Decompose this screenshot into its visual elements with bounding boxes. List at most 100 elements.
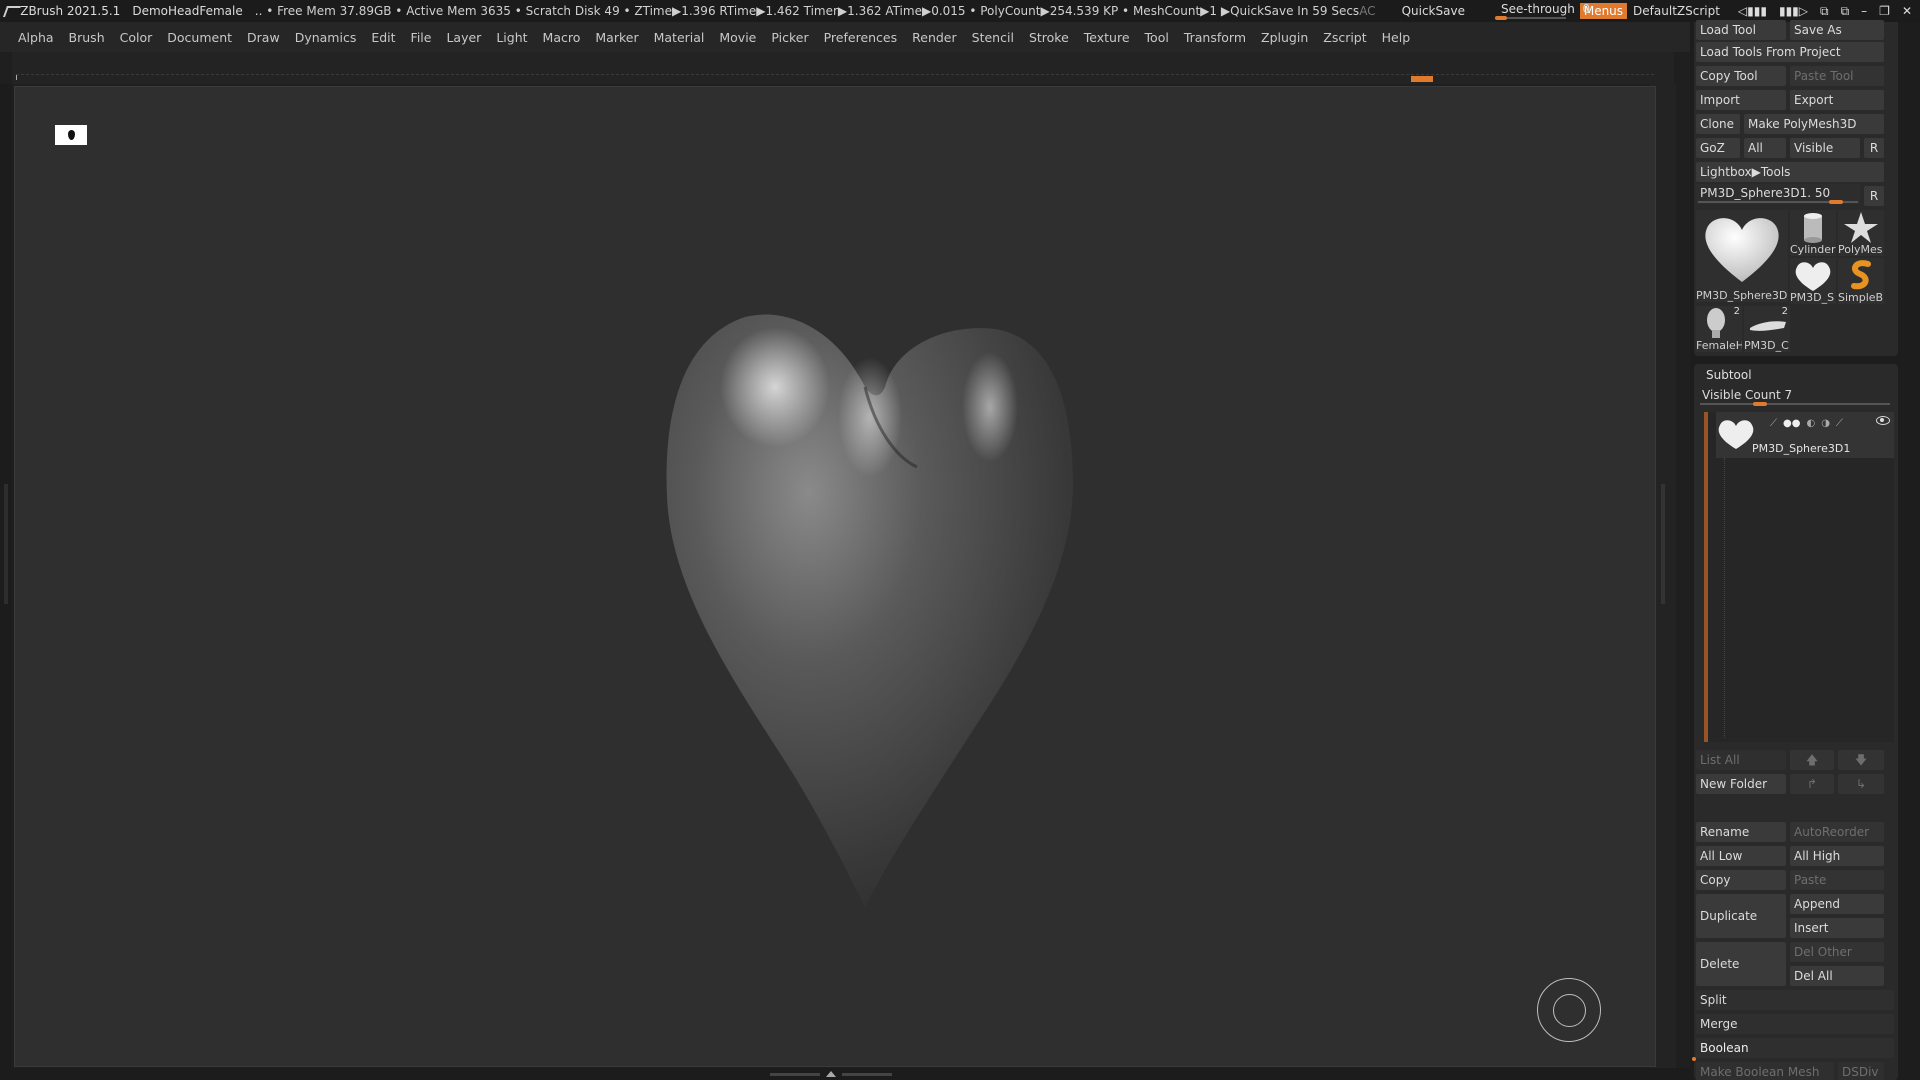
move-out-folder-icon[interactable]: ↳: [1838, 774, 1884, 794]
see-through-slider[interactable]: See-through 0: [1493, 2, 1590, 20]
layout-alt-icon[interactable]: ⧉: [1841, 4, 1850, 19]
split-menu[interactable]: Split: [1696, 990, 1894, 1010]
paste-button[interactable]: Paste: [1790, 870, 1884, 890]
menu-texture[interactable]: Texture: [1084, 30, 1130, 45]
menu-render[interactable]: Render: [912, 30, 957, 45]
ac-button[interactable]: AC: [1359, 4, 1375, 18]
menu-edit[interactable]: Edit: [371, 30, 395, 45]
menu-picker[interactable]: Picker: [771, 30, 808, 45]
subtool-header[interactable]: Subtool: [1706, 368, 1752, 382]
goz-button[interactable]: GoZ: [1696, 138, 1740, 158]
tool-thumb-pm3d-s[interactable]: PM3D_S: [1790, 258, 1836, 304]
load-tools-from-project-button[interactable]: Load Tools From Project: [1696, 42, 1884, 62]
document-canvas[interactable]: [14, 86, 1656, 1067]
autoreorder-button[interactable]: AutoReorder: [1790, 822, 1884, 842]
minimize-icon[interactable]: –: [1861, 4, 1867, 19]
dsdiv-slider[interactable]: DSDiv: [1838, 1062, 1884, 1080]
brush-toggle-icon[interactable]: ⟋: [1836, 418, 1843, 429]
menu-light[interactable]: Light: [496, 30, 527, 45]
prev-layout-icon[interactable]: ◁▮▮▮: [1738, 4, 1767, 19]
subtool-list[interactable]: ⟋ ●● ◐ ◑ ⟋ PM3D_Sphere3D1: [1704, 412, 1894, 742]
menu-preferences[interactable]: Preferences: [824, 30, 898, 45]
all-low-button[interactable]: All Low: [1696, 846, 1786, 866]
menu-marker[interactable]: Marker: [595, 30, 638, 45]
menu-layer[interactable]: Layer: [446, 30, 481, 45]
save-as-button[interactable]: Save As: [1790, 20, 1884, 40]
insert-button[interactable]: Insert: [1790, 918, 1884, 938]
timeline-marker[interactable]: [1411, 76, 1433, 82]
list-all-button[interactable]: List All: [1696, 750, 1786, 770]
goz-r-button[interactable]: R: [1864, 138, 1884, 158]
menu-alpha[interactable]: Alpha: [18, 30, 54, 45]
tool-thumb-simpleb[interactable]: SimpleB: [1838, 258, 1884, 304]
current-tool-slider[interactable]: PM3D_Sphere3D1. 50: [1696, 184, 1860, 204]
pin-icon[interactable]: [55, 125, 87, 145]
material-toggle-icon[interactable]: ◐: [1806, 418, 1815, 429]
restore-icon[interactable]: ❐: [1879, 4, 1890, 19]
left-tray-handle[interactable]: [4, 484, 8, 604]
heart-mesh[interactable]: [655, 267, 1095, 927]
del-all-button[interactable]: Del All: [1790, 966, 1884, 986]
lightbox-tools-button[interactable]: Lightbox▶Tools: [1696, 162, 1884, 182]
dynamesh-toggle-icon[interactable]: ◑: [1821, 418, 1830, 429]
menu-draw[interactable]: Draw: [247, 30, 280, 45]
goz-all-button[interactable]: All: [1744, 138, 1786, 158]
rename-button[interactable]: Rename: [1696, 822, 1786, 842]
menu-document[interactable]: Document: [167, 30, 232, 45]
menu-macro[interactable]: Macro: [543, 30, 581, 45]
menu-transform[interactable]: Transform: [1184, 30, 1246, 45]
copy-tool-button[interactable]: Copy Tool: [1696, 66, 1786, 86]
close-icon[interactable]: ✕: [1902, 4, 1912, 19]
tool-r-button[interactable]: R: [1864, 186, 1884, 206]
menu-tool[interactable]: Tool: [1145, 30, 1169, 45]
menu-material[interactable]: Material: [654, 30, 705, 45]
subtool-scrollbar[interactable]: [1704, 412, 1708, 742]
visibility-eye-icon[interactable]: [1876, 416, 1890, 425]
move-into-folder-icon[interactable]: ↱: [1790, 774, 1834, 794]
menu-color[interactable]: Color: [120, 30, 153, 45]
new-folder-button[interactable]: New Folder: [1696, 774, 1786, 794]
make-polymesh3d-button[interactable]: Make PolyMesh3D: [1744, 114, 1884, 134]
color-toggle-icon[interactable]: ●●: [1783, 418, 1800, 429]
duplicate-button[interactable]: Duplicate: [1696, 894, 1786, 938]
menu-movie[interactable]: Movie: [719, 30, 756, 45]
tool-thumb-pm3d-sphere[interactable]: PM3D_Sphere3D: [1696, 210, 1788, 302]
clone-button[interactable]: Clone: [1696, 114, 1740, 134]
quicksave-button[interactable]: QuickSave: [1402, 4, 1465, 18]
make-boolean-mesh-button[interactable]: Make Boolean Mesh: [1696, 1062, 1834, 1080]
polypaint-toggle-icon[interactable]: ⟋: [1770, 418, 1777, 429]
tool-thumb-polymesh[interactable]: PolyMes: [1838, 210, 1884, 256]
tool-thumb-femaleh[interactable]: 2 FemaleH: [1696, 306, 1742, 352]
paste-tool-button[interactable]: Paste Tool: [1790, 66, 1884, 86]
menu-zscript[interactable]: Zscript: [1323, 30, 1366, 45]
merge-menu[interactable]: Merge: [1696, 1014, 1894, 1034]
layout-icon[interactable]: ⧉: [1820, 4, 1829, 19]
export-button[interactable]: Export: [1790, 90, 1884, 110]
see-through-knob[interactable]: [1494, 16, 1507, 20]
del-other-button[interactable]: Del Other: [1790, 942, 1884, 962]
menu-brush[interactable]: Brush: [69, 30, 105, 45]
move-down-icon[interactable]: 🡇: [1838, 750, 1884, 770]
menu-stroke[interactable]: Stroke: [1029, 30, 1069, 45]
boolean-menu[interactable]: Boolean: [1696, 1038, 1894, 1058]
all-high-button[interactable]: All High: [1790, 846, 1884, 866]
menu-help[interactable]: Help: [1382, 30, 1411, 45]
bottom-tray-handle[interactable]: [770, 1071, 900, 1077]
copy-button[interactable]: Copy: [1696, 870, 1786, 890]
tool-thumb-cylinder[interactable]: Cylinder: [1790, 210, 1836, 256]
import-button[interactable]: Import: [1696, 90, 1786, 110]
next-layout-icon[interactable]: ▮▮▮▷: [1779, 4, 1808, 19]
default-zscript-button[interactable]: DefaultZScript: [1633, 4, 1720, 18]
menu-stencil[interactable]: Stencil: [972, 30, 1014, 45]
menu-dynamics[interactable]: Dynamics: [295, 30, 357, 45]
menu-zplugin[interactable]: Zplugin: [1261, 30, 1308, 45]
visible-count-slider[interactable]: Visible Count 7: [1698, 386, 1892, 406]
navigation-gizmo[interactable]: [1537, 978, 1601, 1042]
delete-button[interactable]: Delete: [1696, 942, 1786, 986]
right-tray-handle[interactable]: [1661, 484, 1665, 604]
subtool-item[interactable]: ⟋ ●● ◐ ◑ ⟋ PM3D_Sphere3D1: [1716, 412, 1894, 458]
load-tool-button[interactable]: Load Tool: [1696, 20, 1786, 40]
tool-thumb-pm3d-c[interactable]: 2 PM3D_C: [1744, 306, 1790, 352]
append-button[interactable]: Append: [1790, 894, 1884, 914]
goz-visible-button[interactable]: Visible: [1790, 138, 1860, 158]
